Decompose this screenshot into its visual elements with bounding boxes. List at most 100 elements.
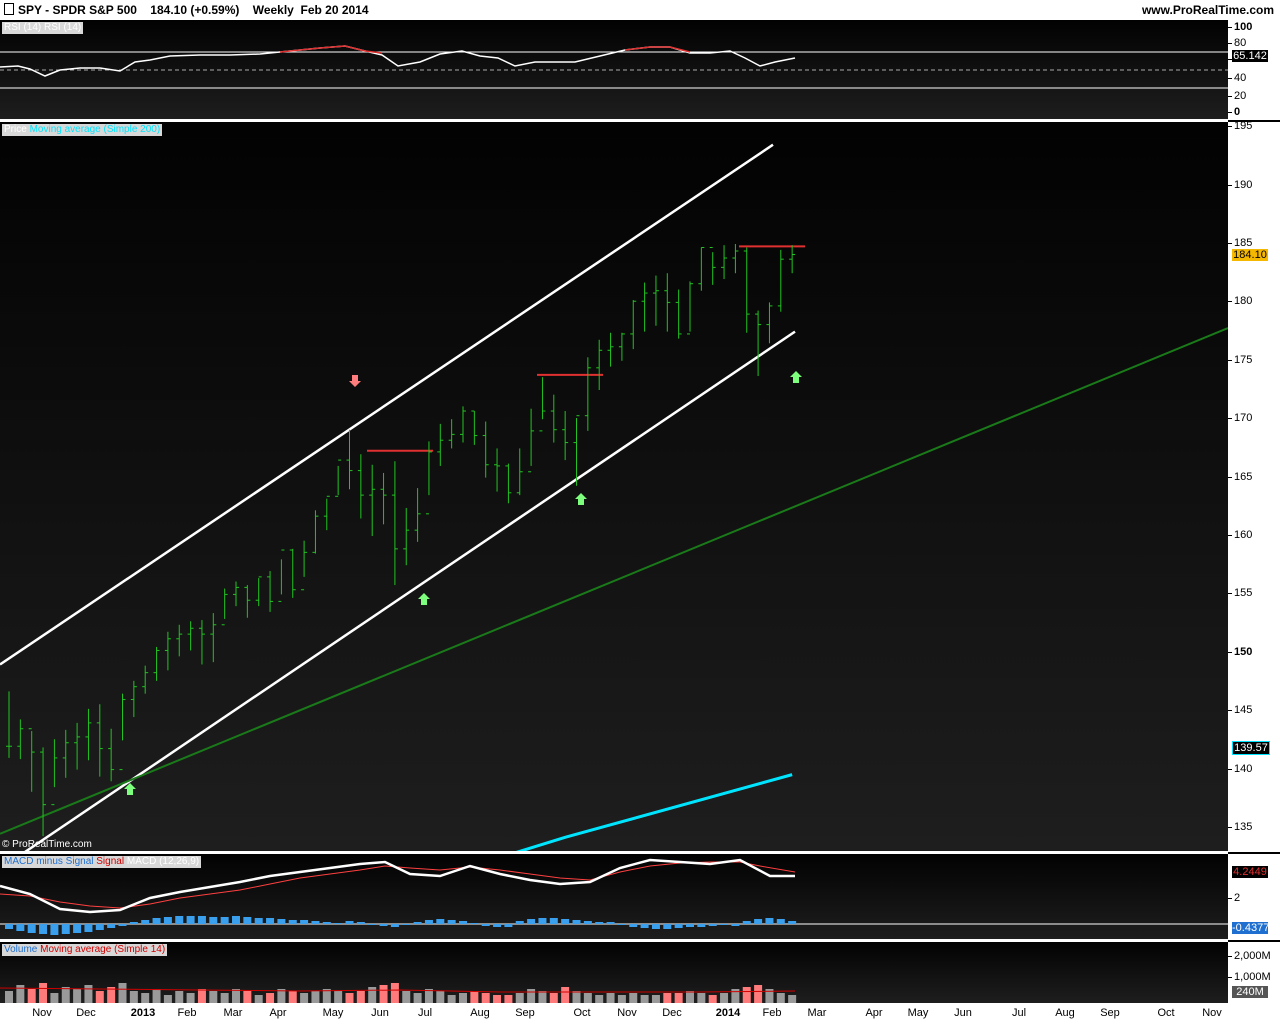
- volume-bar: [186, 993, 195, 1003]
- volume-bar: [254, 995, 263, 1003]
- volume-bar: [561, 987, 570, 1003]
- time-axis-label: Nov: [1202, 1007, 1222, 1019]
- macd-hist-bar: [686, 924, 694, 927]
- macd-hist-bar: [311, 921, 320, 924]
- price-tick: 160: [1227, 529, 1253, 541]
- macd-hist-bar: [663, 924, 672, 929]
- macd-hist-bar: [209, 917, 218, 924]
- macd-hist-bar: [39, 924, 48, 934]
- volume-bar: [334, 991, 343, 1003]
- price-axis: 184.10 139.57 195 190 185 180 175 170 165 160 15…: [1227, 120, 1280, 852]
- rsi-tick: 20: [1227, 90, 1247, 102]
- channel-upper-line: [0, 143, 774, 666]
- period-label: Weekly: [252, 3, 294, 17]
- volume-bar: [413, 993, 422, 1003]
- macd-hist-bar: [107, 924, 116, 928]
- time-axis-label: Dec: [76, 1007, 96, 1019]
- time-axis-label: Aug: [1055, 1007, 1075, 1019]
- macd-hist-bar: [776, 919, 785, 924]
- macd-hist-bar: [674, 924, 683, 928]
- macd-hist-bar: [288, 920, 297, 924]
- rsi-tick: 40: [1227, 72, 1247, 84]
- volume-bar: [288, 991, 297, 1003]
- time-axis-label: May: [322, 1007, 344, 1019]
- volume-bar: [651, 995, 660, 1003]
- time-axis-label: Jul: [1011, 1007, 1027, 1019]
- volume-bar: [493, 995, 502, 1003]
- volume-bar: [197, 989, 206, 1003]
- volume-bar: [459, 993, 467, 1003]
- time-axis-label: May: [907, 1007, 929, 1019]
- volume-bar: [73, 989, 82, 1003]
- volume-bar: [527, 989, 536, 1003]
- time-axis-label: Apr: [269, 1007, 287, 1019]
- volume-bar: [50, 993, 59, 1003]
- macd-hist-bar: [129, 922, 138, 924]
- macd-hist-bar: [84, 924, 93, 932]
- time-axis-label: Sep: [1100, 1007, 1120, 1019]
- macd-hist-bar: [583, 921, 592, 924]
- macd-hist-bar: [27, 924, 36, 933]
- last-price-box: 184.10: [1232, 249, 1268, 261]
- date-label: Feb 20 2014: [300, 3, 369, 17]
- price-tick: 185: [1227, 237, 1253, 249]
- volume-bar: [447, 995, 456, 1003]
- macd-hist-bar: [493, 924, 502, 927]
- macd-hist-bar: [152, 918, 161, 924]
- volume-bar: [209, 991, 218, 1003]
- time-axis-label: Sep: [515, 1007, 535, 1019]
- volume-value-box: 240M: [1232, 986, 1268, 998]
- macd-hist-bar: [640, 924, 649, 928]
- volume-bar: [549, 993, 558, 1003]
- price-tick: 195: [1227, 120, 1253, 133]
- chart-header: SPY - SPDR S&P 500 184.10 (+0.59%) Weekl…: [0, 0, 1280, 20]
- volume-bar: [470, 991, 479, 1003]
- volume-bar: [118, 983, 127, 1003]
- chart-type-icon[interactable]: [4, 3, 14, 15]
- macd-hist-bar: [61, 924, 70, 934]
- volume-bar: [515, 993, 524, 1003]
- macd-hist-value-box: -0.4377: [1232, 922, 1270, 934]
- macd-hist-bar: [379, 924, 388, 926]
- volume-bar: [595, 995, 604, 1003]
- macd-hist-bar: [697, 924, 706, 927]
- prorealtime-logo[interactable]: www.ProRealTime.com: [1142, 3, 1274, 17]
- volume-bar: [243, 991, 252, 1003]
- rsi-panel: RSI (14) RSI (14): [0, 20, 1228, 120]
- macd-hist-bar: [470, 923, 479, 924]
- macd-hist-bar: [561, 919, 570, 924]
- volume-bar: [640, 995, 649, 1003]
- macd-hist-bar: [277, 919, 286, 924]
- macd-hist-bar: [651, 924, 660, 929]
- macd-hist-bar: [572, 920, 581, 924]
- volume-bar: [776, 993, 785, 1003]
- volume-tick: 1,000M: [1228, 971, 1271, 983]
- header-symbol-group: SPY - SPDR S&P 500 184.10 (+0.59%) Weekl…: [4, 3, 369, 17]
- price-tick: 150: [1227, 645, 1253, 658]
- volume-bar: [27, 989, 36, 1003]
- macd-hist-bar: [447, 920, 456, 924]
- macd-hist-bar: [243, 917, 252, 924]
- price-tick: 165: [1227, 470, 1253, 483]
- macd-hist-bar: [788, 921, 797, 924]
- macd-hist-bar: [50, 924, 59, 935]
- time-axis-label: Feb: [177, 1007, 197, 1019]
- volume-bar: [402, 991, 411, 1003]
- macd-hist-bar: [73, 924, 82, 933]
- macd-value-box: 4.2449: [1232, 866, 1268, 878]
- volume-bar: [686, 991, 694, 1003]
- volume-bar: [152, 989, 161, 1003]
- volume-bar: [708, 995, 717, 1003]
- price-tick: 135: [1227, 821, 1253, 833]
- price-tick: 145: [1227, 704, 1253, 717]
- rsi-tick: 100: [1227, 21, 1253, 33]
- macd-hist-bar: [708, 924, 717, 926]
- volume-bar: [39, 983, 48, 1003]
- volume-bar: [674, 993, 683, 1003]
- buy-arrow-icon: [575, 493, 587, 505]
- symbol-label: SPY - SPDR S&P 500: [18, 3, 137, 17]
- macd-hist-bar: [402, 924, 411, 925]
- macd-hist-bar: [413, 922, 422, 924]
- long-trend-line: [0, 327, 1228, 835]
- volume-bar: [5, 991, 13, 1003]
